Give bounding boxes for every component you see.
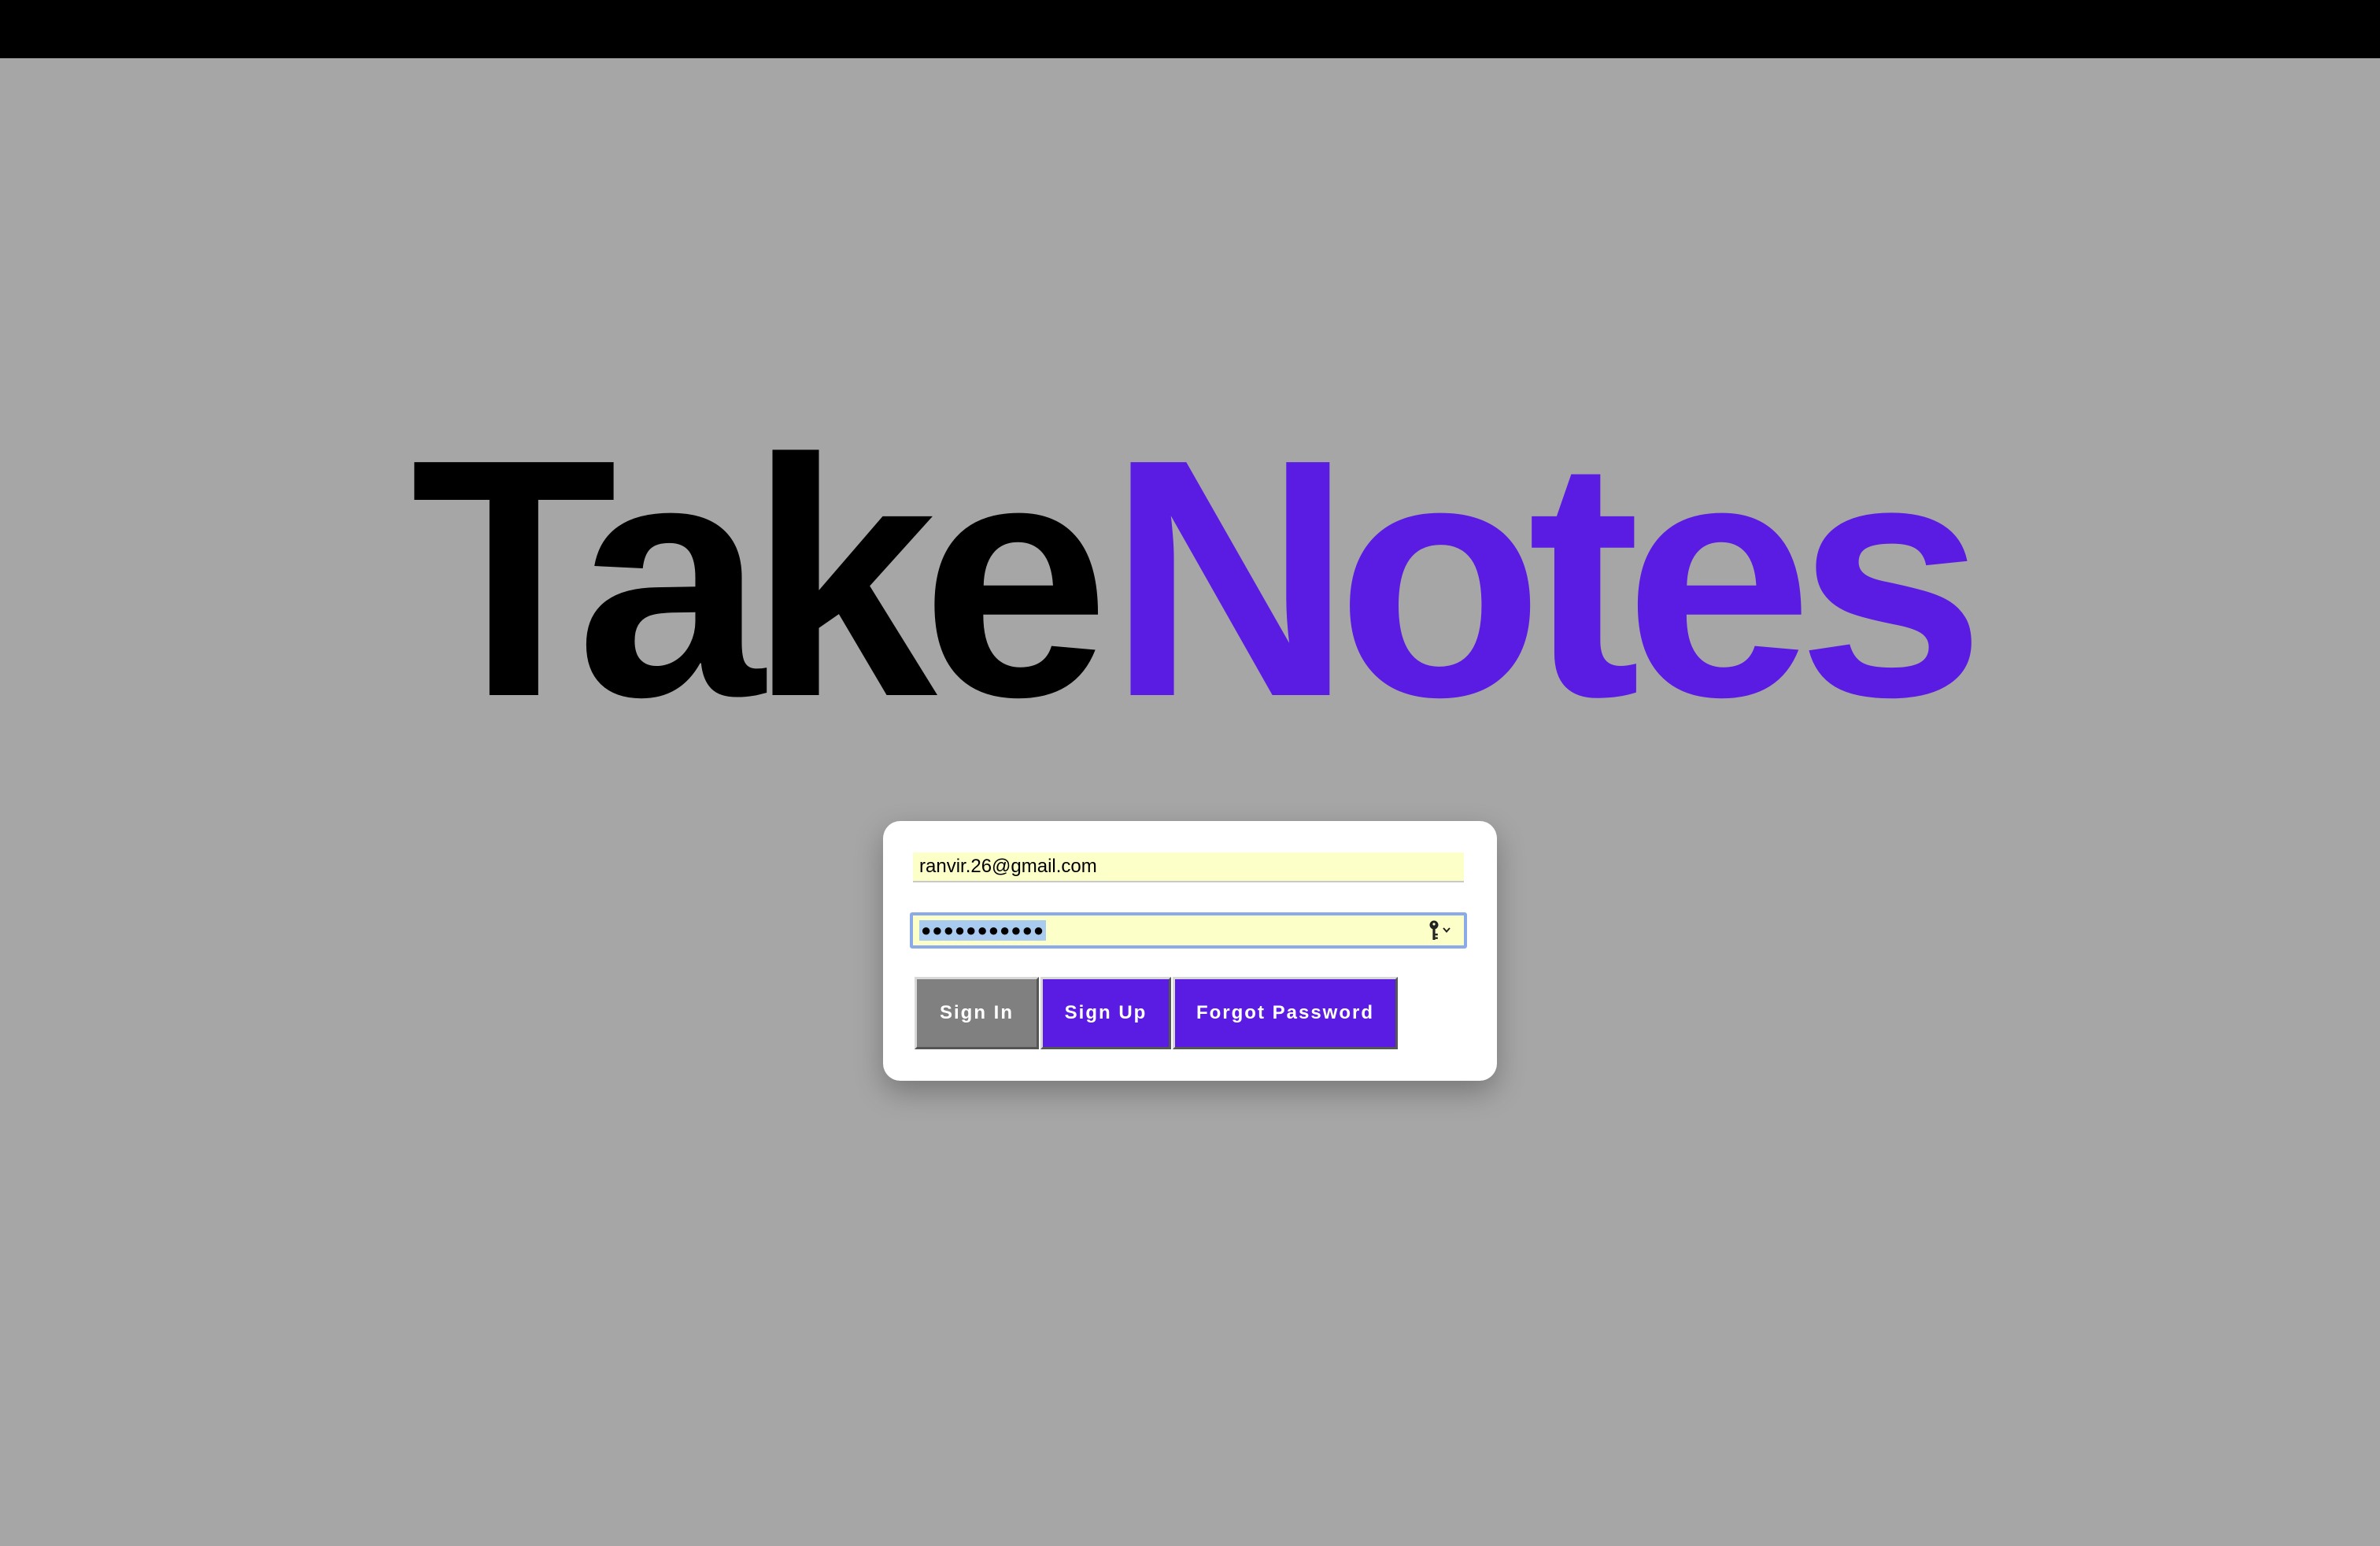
sign-in-button[interactable]: Sign In [915,977,1039,1049]
password-value: ●●●●●●●●●●● [919,920,1047,941]
top-bar [0,0,2380,58]
email-field[interactable]: ranvir.26@gmail.com [913,853,1464,882]
key-icon[interactable] [1426,919,1454,942]
logo-notes: Notes [1107,390,1986,767]
forgot-password-button[interactable]: Forgot Password [1173,977,1398,1049]
logo-take: Take [410,390,1110,767]
login-card: ranvir.26@gmail.com ●●●●●●●●●●● Sign In … [883,821,1497,1081]
app-logo: TakeNotes [0,409,2380,748]
sign-up-button[interactable]: Sign Up [1040,977,1171,1049]
email-value: ranvir.26@gmail.com [919,856,1097,877]
password-field[interactable]: ●●●●●●●●●●● [910,912,1467,949]
